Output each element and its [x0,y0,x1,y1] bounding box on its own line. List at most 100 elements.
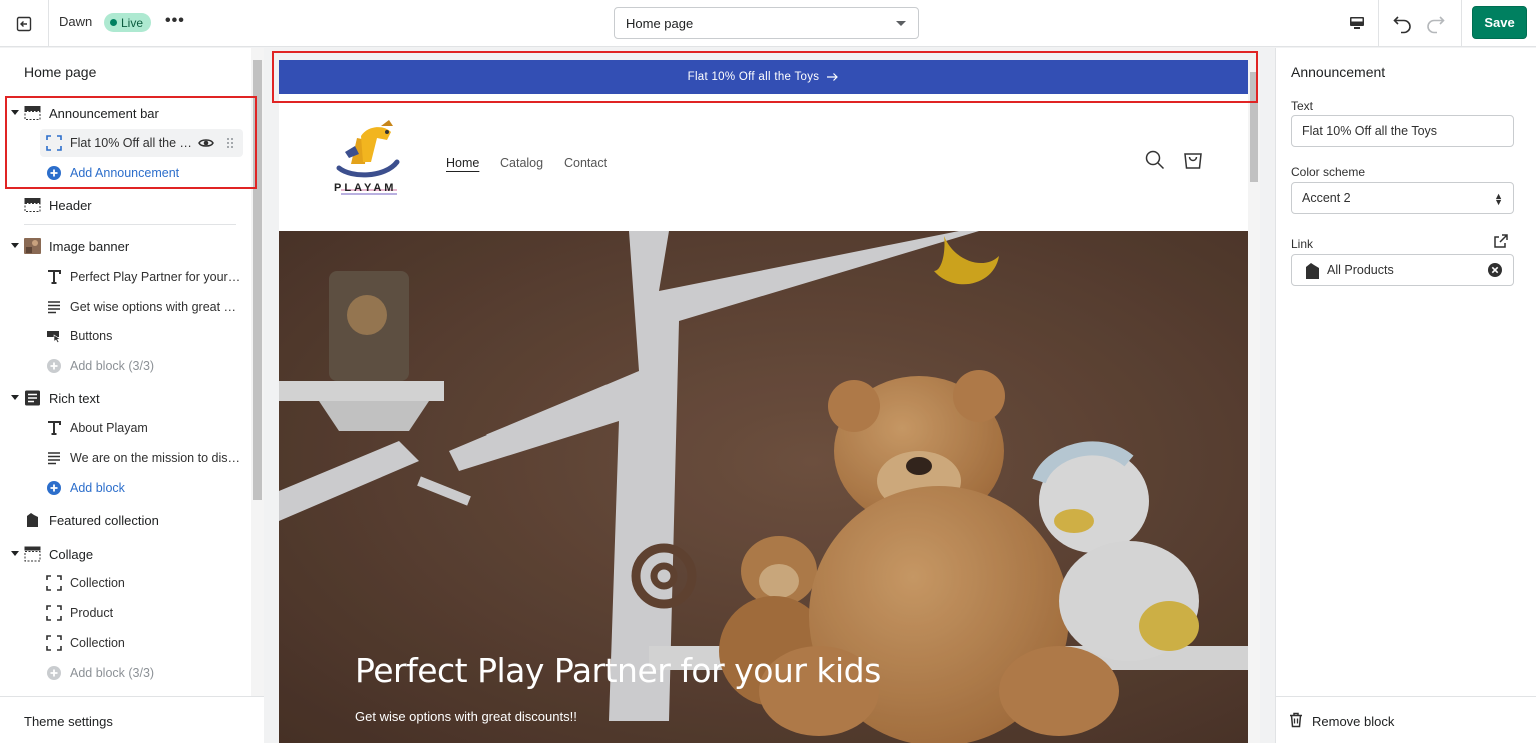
arrow-right-icon [827,73,839,81]
sidebar-scrollbar[interactable] [251,48,264,696]
block-label: Flat 10% Off all the T... [70,136,192,150]
add-block-button: Add block (3/3) [0,659,250,687]
redo-button[interactable] [1423,11,1447,35]
device-preview-button[interactable] [1340,12,1374,34]
save-button[interactable]: Save [1472,6,1527,39]
more-actions-button[interactable]: ••• [165,12,185,30]
block-announcement[interactable]: Flat 10% Off all the T... [40,129,243,157]
scrollbar-thumb[interactable] [253,60,262,500]
clear-icon[interactable] [1487,262,1503,278]
nav-home-link[interactable]: Home [446,156,479,170]
add-block-button: Add block (3/3) [0,352,250,380]
search-icon[interactable] [1145,150,1165,170]
block-heading[interactable]: Perfect Play Partner for your k... [0,263,250,291]
divider [1378,0,1379,47]
page-selector[interactable]: Home page [614,7,919,39]
block-label: Collection [70,636,125,650]
theme-name: Dawn [59,14,93,29]
announcement-text-value: Flat 10% Off all the Toys [1302,124,1438,138]
add-announcement-button[interactable]: Add Announcement [0,159,250,187]
expand-arrow-icon[interactable] [11,395,19,400]
section-label: Rich text [49,391,100,406]
drag-handle-icon[interactable] [226,136,234,150]
block-buttons[interactable]: Buttons [0,322,250,350]
add-block-label: Add block [70,481,125,495]
collection-icon [1306,263,1319,279]
block-text[interactable]: Get wise options with great di... [0,293,250,321]
banner-title: Perfect Play Partner for your kids [355,651,881,690]
block-label: Collection [70,576,125,590]
block-icon [46,575,62,591]
undo-icon [1393,16,1411,34]
live-badge-label: Live [121,15,144,30]
link-input[interactable]: All Products [1291,254,1514,286]
remove-block-button[interactable]: Remove block [1276,696,1536,743]
block-collection[interactable]: Collection [0,629,250,657]
eye-icon[interactable] [198,135,214,151]
nav-contact-link[interactable]: Contact [564,156,607,170]
section-rich-text[interactable]: Rich text [0,384,250,412]
preview-scrollbar[interactable] [1248,60,1260,743]
section-label: Collage [49,547,94,562]
header-icon [24,198,41,212]
plus-circle-icon [47,481,61,495]
sections-sidebar: Home page Announcement bar Flat 10% Off … [0,48,264,743]
live-badge: Live [104,13,152,32]
rich-text-icon [25,390,40,406]
divider [24,224,236,225]
remove-block-label: Remove block [1312,714,1395,729]
external-link-icon[interactable] [1494,234,1508,248]
top-bar: Dawn Live ••• Home page Save [0,0,1536,47]
block-heading[interactable]: About Playam [0,414,250,442]
block-product[interactable]: Product [0,599,250,627]
expand-arrow-icon[interactable] [11,110,19,115]
color-scheme-value: Accent 2 [1302,191,1351,205]
live-dot-icon [110,19,117,26]
text-icon [48,421,61,435]
add-block-button[interactable]: Add block [0,474,250,502]
section-image-banner[interactable]: Image banner [0,232,250,260]
theme-settings-button[interactable]: Theme settings [0,696,264,743]
chevron-down-icon [896,21,906,26]
add-announcement-label: Add Announcement [70,166,180,180]
text-field-label: Text [1291,99,1314,113]
section-featured-collection[interactable]: Featured collection [0,506,250,534]
announcement-bar[interactable]: Flat 10% Off all the Toys [279,60,1248,94]
plus-circle-icon [47,666,61,680]
block-collection[interactable]: Collection [0,569,250,597]
paragraph-icon [48,452,60,465]
color-scheme-select[interactable]: Accent 2 ▲ ▼ [1291,182,1514,214]
theme-settings-label: Theme settings [24,714,113,729]
exit-button[interactable] [0,0,49,47]
section-announcement-bar[interactable]: Announcement bar [0,99,250,127]
banner-subtitle: Get wise options with great discounts!! [355,709,577,724]
preview-frame: Flat 10% Off all the Toys PLAYAM Home Ca… [279,60,1248,743]
divider [1461,0,1462,47]
sidebar-title: Home page [24,64,97,80]
block-text[interactable]: We are on the mission to disc... [0,444,250,472]
paragraph-icon [48,301,60,314]
cart-icon[interactable] [1183,148,1203,170]
announcement-text: Flat 10% Off all the Toys [687,71,820,83]
trash-icon [1290,712,1302,728]
expand-arrow-icon[interactable] [11,243,19,248]
button-icon [47,331,61,344]
block-label: Perfect Play Partner for your k... [70,270,242,284]
section-header[interactable]: Header [0,191,250,219]
page-selector-value: Home page [626,15,694,31]
add-block-label: Add block (3/3) [70,666,155,680]
link-value: All Products [1327,263,1394,277]
select-arrows-icon: ▲ ▼ [1494,191,1503,207]
image-banner[interactable]: Perfect Play Partner for your kids Get w… [279,231,1248,743]
nav-catalog-link[interactable]: Catalog [500,156,543,170]
scrollbar-thumb[interactable] [1250,72,1258,182]
section-label: Header [49,198,92,213]
announcement-text-input[interactable]: Flat 10% Off all the Toys [1291,115,1514,147]
undo-button[interactable] [1391,11,1415,35]
section-collage[interactable]: Collage [0,540,250,568]
expand-arrow-icon[interactable] [11,551,19,556]
desktop-icon [1350,17,1364,29]
logo-text: PLAYAM [334,182,397,194]
block-label: Get wise options with great di... [70,300,242,314]
collage-icon [24,546,41,562]
